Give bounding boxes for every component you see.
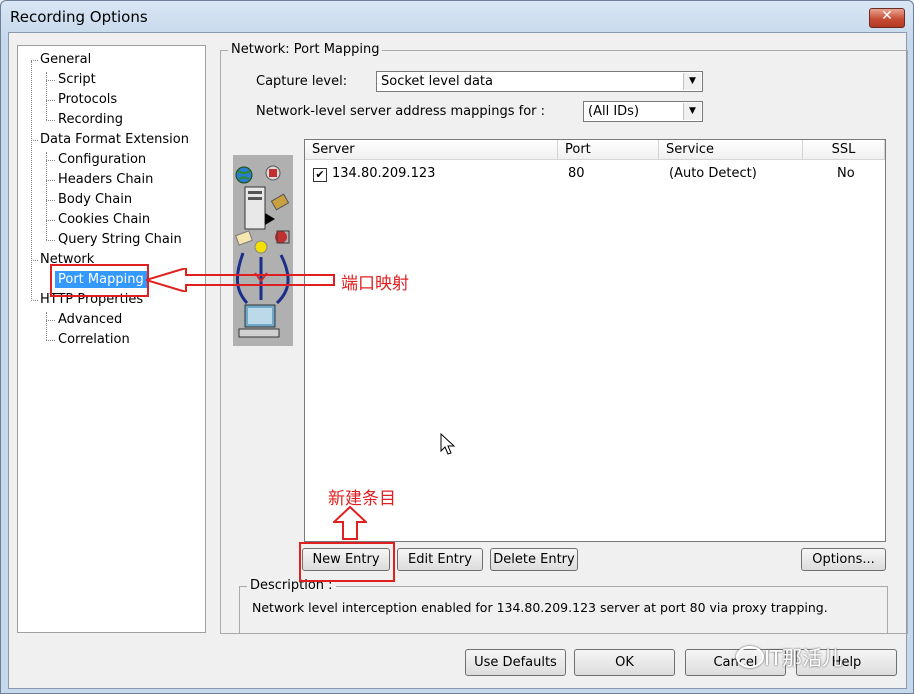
- row-server[interactable]: 134.80.209.123: [332, 166, 435, 181]
- tree-connector: [46, 200, 55, 201]
- tree-item-script[interactable]: Script: [58, 71, 96, 88]
- tree-connector: [46, 180, 55, 181]
- use-defaults-button[interactable]: Use Defaults: [465, 649, 566, 676]
- column-header-service[interactable]: Service: [659, 140, 803, 160]
- row-service: (Auto Detect): [669, 166, 757, 181]
- tree-item-body-chain[interactable]: Body Chain: [58, 191, 132, 208]
- row-checkbox[interactable]: ✔: [313, 168, 327, 182]
- tree-item-data-format-extension[interactable]: Data Format Extension: [40, 131, 189, 148]
- new-entry-highlight: [299, 542, 395, 582]
- capture-level-label: Capture level:: [256, 74, 348, 89]
- mapping-ids-value: (All IDs): [588, 104, 640, 119]
- tree-connector: [31, 300, 38, 301]
- watermark-text: IT那活儿: [764, 646, 843, 670]
- tree-item-configuration[interactable]: Configuration: [58, 151, 146, 168]
- panel-title: Network: Port Mapping: [228, 42, 383, 57]
- tree-item-general[interactable]: General: [40, 51, 91, 68]
- tree-connector: [46, 340, 55, 341]
- close-icon: ✕: [881, 8, 893, 24]
- delete-entry-button[interactable]: Delete Entry: [490, 548, 578, 571]
- tree-line: [46, 312, 47, 340]
- row-port: 80: [568, 166, 585, 181]
- options-button[interactable]: Options...: [801, 548, 886, 571]
- tree-item-advanced[interactable]: Advanced: [58, 311, 122, 328]
- chevron-down-icon[interactable]: ▼: [683, 73, 701, 90]
- mapping-ids-select[interactable]: (All IDs) ▼: [583, 101, 703, 122]
- tree-item-recording[interactable]: Recording: [58, 111, 123, 128]
- tree-line: [46, 152, 47, 240]
- tree-item-query-string-chain[interactable]: Query String Chain: [58, 231, 182, 248]
- tree-connector: [31, 140, 38, 141]
- tree-item-correlation[interactable]: Correlation: [58, 331, 130, 348]
- tree-item-protocols[interactable]: Protocols: [58, 91, 117, 108]
- title-bar: Recording Options ✕: [1, 1, 913, 33]
- tree-item-headers-chain[interactable]: Headers Chain: [58, 171, 153, 188]
- mapping-label: Network-level server address mappings fo…: [256, 104, 546, 119]
- edit-entry-button[interactable]: Edit Entry: [397, 548, 483, 571]
- port-mapping-list[interactable]: Server Port Service SSL ✔ 134.80.209.123…: [304, 139, 886, 542]
- mouse-cursor-icon: [440, 433, 456, 455]
- tree-connector: [31, 60, 38, 61]
- tree-line: [31, 61, 32, 299]
- tree-connector: [46, 220, 55, 221]
- ok-button[interactable]: OK: [574, 649, 675, 676]
- capture-level-value: Socket level data: [381, 74, 493, 89]
- annotation-arrow-up-icon: [333, 506, 367, 540]
- column-header-ssl[interactable]: SSL: [803, 140, 885, 160]
- tree-connector: [31, 260, 38, 261]
- window-title: Recording Options: [10, 8, 148, 26]
- network-illustration: [233, 155, 293, 346]
- column-header-port[interactable]: Port: [558, 140, 659, 160]
- tree-connector: [46, 120, 55, 121]
- row-ssl: No: [837, 166, 855, 181]
- annotation-arrow-left-icon: [146, 268, 335, 292]
- tree-connector: [46, 80, 55, 81]
- tree-connector: [46, 320, 55, 321]
- wechat-icon: [736, 646, 764, 668]
- description-text: Network level interception enabled for 1…: [252, 600, 828, 615]
- capture-level-select[interactable]: Socket level data ▼: [376, 71, 703, 92]
- close-button[interactable]: ✕: [869, 8, 905, 28]
- column-header-server[interactable]: Server: [305, 140, 558, 160]
- tree-connector: [46, 160, 55, 161]
- annotation-port-mapping: 端口映射: [341, 274, 409, 294]
- port-mapping-highlight: [50, 264, 149, 297]
- chevron-down-icon[interactable]: ▼: [683, 103, 701, 120]
- tree-connector: [46, 240, 55, 241]
- tree-connector: [46, 100, 55, 101]
- tree-item-cookies-chain[interactable]: Cookies Chain: [58, 211, 150, 228]
